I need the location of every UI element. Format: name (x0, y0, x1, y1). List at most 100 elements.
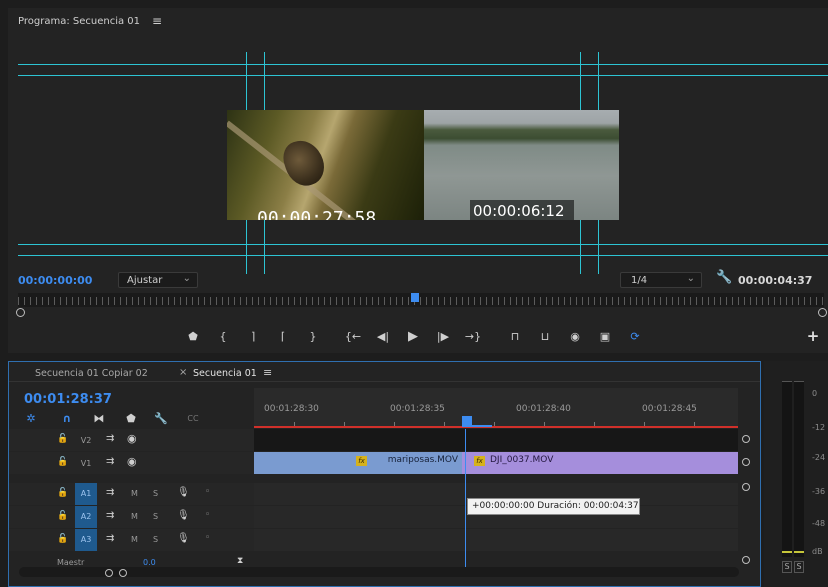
snap-magnet-icon[interactable]: ∩ (59, 410, 75, 426)
lock-icon[interactable]: 🔓 (57, 457, 68, 467)
lock-icon[interactable]: 🔓 (57, 488, 68, 498)
captions-icon[interactable]: CC (185, 410, 201, 426)
zoom-scroll-handle-left[interactable] (16, 308, 25, 317)
hamburger-menu-icon[interactable]: ≡ (152, 14, 162, 28)
track-height-handle[interactable] (742, 483, 750, 491)
step-forward-button[interactable]: |▶ (432, 326, 454, 346)
timeline-ruler[interactable]: 00:01:28:30 00:01:28:35 00:01:28:40 00:0… (254, 388, 738, 428)
mark-out-button[interactable]: ⌉ (242, 326, 264, 346)
solo-button[interactable]: S (153, 512, 158, 521)
comparison-view-button[interactable]: ▣ (594, 326, 616, 346)
track-height-handle[interactable] (742, 435, 750, 443)
close-icon[interactable]: × (179, 367, 187, 378)
add-button[interactable]: + (802, 326, 824, 346)
lift-button[interactable]: ⊓ (504, 326, 526, 346)
burned-in-timecode-left: 00:00:27:58 (257, 208, 377, 220)
program-monitor-panel: Programa: Secuencia 01 ≡ 00:00:27:58 00:… (8, 8, 828, 353)
track-header-v1: 🔓 V1 ⇉ ◉ (9, 452, 254, 474)
hamburger-menu-icon[interactable]: ≡ (263, 366, 272, 379)
add-marker-icon[interactable]: ⬟ (123, 410, 139, 426)
nest-toggle-icon[interactable]: ✲ (23, 410, 39, 426)
lock-icon[interactable]: 🔓 (57, 434, 68, 444)
track-height-handle[interactable] (742, 458, 750, 466)
clear-in-button[interactable]: ⌈ (272, 326, 294, 346)
track-lane-v2[interactable] (254, 429, 738, 451)
voice-over-icon[interactable]: ◦ (205, 533, 210, 543)
timeline-timecode[interactable]: 00:01:28:37 (24, 392, 112, 407)
ruler-label: 00:01:28:35 (390, 404, 445, 414)
go-to-out-button[interactable]: →} (462, 326, 484, 346)
tab-secuencia-01[interactable]: Secuencia 01 (193, 368, 257, 379)
meter-scale-label: -48 (812, 519, 826, 528)
master-track-label: Maestr (57, 558, 85, 567)
safe-guide-top (18, 64, 828, 65)
sync-lock-icon[interactable]: ⇉ (106, 433, 114, 444)
voice-over-icon[interactable]: ◦ (205, 510, 210, 520)
step-back-button[interactable]: ◀| (372, 326, 394, 346)
track-lane-v1[interactable]: fx mariposas.MOV fx DJI_0037.MOV (254, 452, 738, 474)
zoom-level-select[interactable]: Ajustar ⌄ (118, 272, 198, 288)
master-volume-value[interactable]: 0.0 (143, 558, 156, 567)
fx-badge: fx (474, 456, 485, 466)
program-viewer[interactable]: 00:00:27:58 00:00:06:12 (8, 34, 828, 274)
track-lane-a3[interactable] (254, 529, 738, 551)
mute-button[interactable]: M (131, 489, 138, 498)
track-name[interactable]: V2 (75, 434, 97, 448)
wrench-icon[interactable]: 🔧 (153, 410, 169, 426)
sync-lock-icon[interactable]: ⇉ (106, 487, 114, 498)
microphone-icon[interactable]: 🎙 (177, 533, 190, 544)
lock-icon[interactable]: 🔓 (57, 534, 68, 544)
hourglass-icon[interactable]: ⧗ (237, 556, 243, 566)
playback-resolution-select[interactable]: 1/4 ⌄ (620, 272, 702, 288)
timeline-playhead-line[interactable] (465, 429, 466, 567)
microphone-icon[interactable]: 🎙 (177, 487, 190, 498)
sync-lock-icon[interactable]: ⇉ (106, 533, 114, 544)
microphone-icon[interactable]: 🎙 (177, 510, 190, 521)
voice-over-icon[interactable]: ◦ (205, 487, 210, 497)
meter-scale-label: -36 (812, 487, 826, 496)
timeline-horizontal-scrollbar[interactable] (19, 567, 739, 577)
clip-mariposas[interactable]: fx mariposas.MOV (254, 452, 462, 474)
eye-icon[interactable]: ◉ (127, 432, 137, 445)
program-playhead[interactable] (411, 293, 419, 302)
camera-icon[interactable]: ◉ (564, 326, 586, 346)
play-button[interactable]: ▶ (402, 326, 424, 346)
zoom-scroll-handle-right[interactable] (818, 308, 827, 317)
clip-dji-0037[interactable]: fx DJI_0037.MOV (462, 452, 738, 474)
go-to-in-button[interactable]: {← (342, 326, 364, 346)
video-frame-aerial-river: 00:00:06:12 (424, 110, 619, 220)
program-time-ruler[interactable] (18, 293, 824, 307)
lock-icon[interactable]: 🔓 (57, 511, 68, 521)
mute-button[interactable]: M (131, 512, 138, 521)
eye-icon[interactable]: ◉ (127, 455, 137, 468)
solo-button[interactable]: S (153, 489, 158, 498)
wrench-icon[interactable]: 🔧 (716, 270, 732, 285)
edit-duration-tooltip: +00:00:00:00 Duración: 00:00:04:37 (467, 498, 640, 515)
track-header-a3: 🔓 A3 ⇉ M S 🎙 ◦ (9, 529, 254, 551)
track-name[interactable]: V1 (75, 457, 97, 471)
proxy-toggle-button[interactable]: ⟳ (624, 326, 646, 346)
meter-solo-right-button[interactable]: S (794, 561, 804, 573)
linked-selection-icon[interactable]: ⧓ (91, 410, 107, 426)
sync-lock-icon[interactable]: ⇉ (106, 510, 114, 521)
mute-button[interactable]: M (131, 535, 138, 544)
clear-out-button[interactable]: } (302, 326, 324, 346)
playhead-timecode[interactable]: 00:00:00:00 (18, 274, 92, 287)
add-marker-button[interactable]: ⬟ (182, 326, 204, 346)
frame-detail-butterfly (278, 135, 330, 191)
tab-secuencia-01-copiar-02[interactable]: Secuencia 01 Copiar 02 (35, 368, 148, 379)
scroll-zoom-handle-right[interactable] (119, 569, 127, 577)
track-name[interactable]: A3 (75, 529, 97, 551)
solo-button[interactable]: S (153, 535, 158, 544)
track-name[interactable]: A2 (75, 506, 97, 528)
extract-button[interactable]: ⊔ (534, 326, 556, 346)
sync-lock-icon[interactable]: ⇉ (106, 456, 114, 467)
track-height-handle[interactable] (742, 556, 750, 564)
ruler-ticks (18, 297, 824, 305)
work-area-bar[interactable] (462, 425, 492, 427)
track-name[interactable]: A1 (75, 483, 97, 505)
meter-solo-left-button[interactable]: S (782, 561, 792, 573)
fx-badge: fx (356, 456, 367, 466)
mark-in-button[interactable]: { (212, 326, 234, 346)
scroll-zoom-handle-left[interactable] (105, 569, 113, 577)
